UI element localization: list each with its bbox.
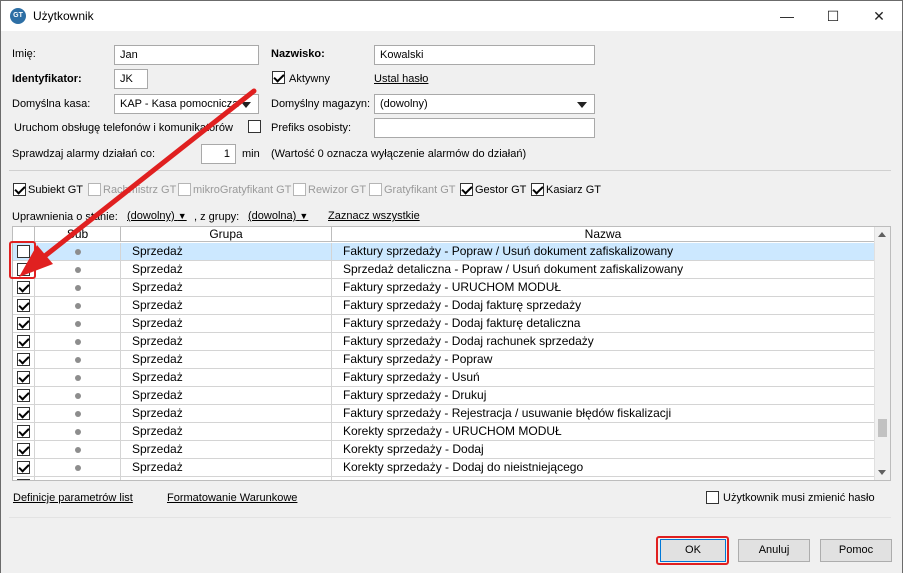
annotation-arrow bbox=[19, 88, 257, 277]
user-dialog: GT Użytkownik — ☐ ✕ Imię: Jan Nazwisko: … bbox=[0, 0, 903, 573]
